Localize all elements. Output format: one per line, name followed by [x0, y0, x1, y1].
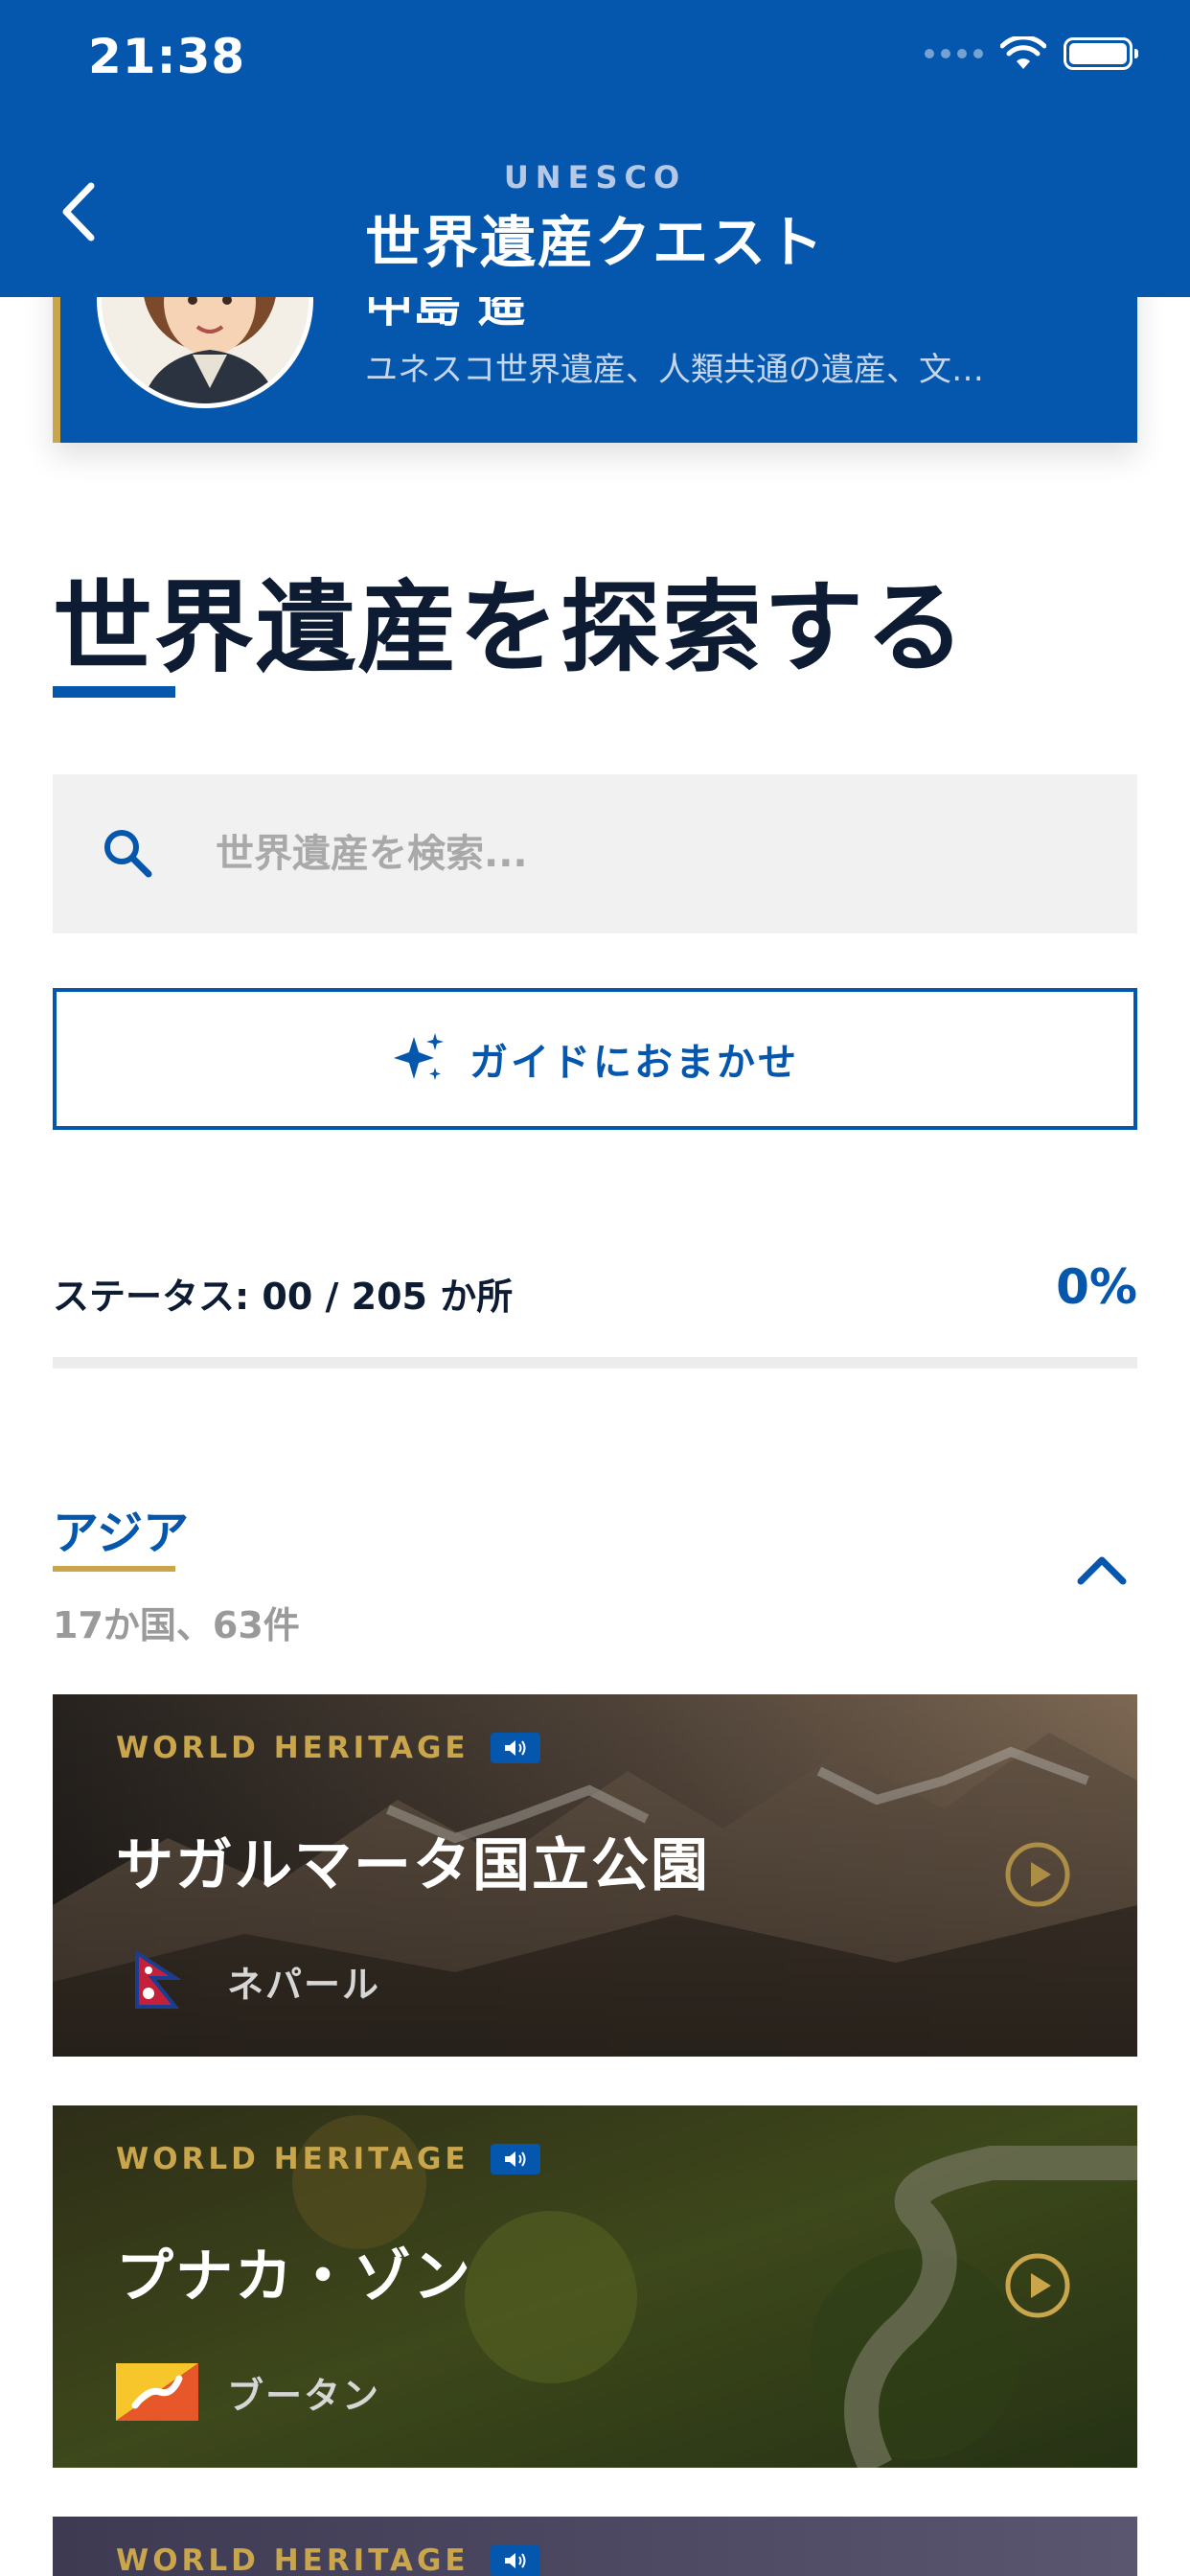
country-row: ブータン	[116, 2362, 380, 2422]
card-tag: WORLD HERITAGE	[116, 2543, 540, 2576]
status-indicators	[925, 36, 1138, 71]
nepal-flag-icon	[116, 1951, 198, 2011]
header-subtitle: UNESCO	[503, 159, 687, 196]
heritage-card[interactable]: WORLD HERITAGE	[53, 2517, 1137, 2576]
search-icon	[104, 830, 152, 878]
country-name: ブータン	[227, 2374, 381, 2417]
region-title: アジア	[53, 1506, 190, 1560]
heritage-name: プナカ・ゾン	[116, 2243, 472, 2311]
heritage-card[interactable]: WORLD HERITAGE プナカ・ゾン ブータン	[53, 2105, 1137, 2468]
header-title: 世界遺産クエスト	[364, 210, 825, 275]
play-icon[interactable]	[1003, 2251, 1072, 2320]
speaker-icon	[490, 1733, 540, 1763]
wifi-icon	[1000, 36, 1046, 69]
play-icon[interactable]	[1003, 1840, 1072, 1909]
search-input[interactable]	[216, 815, 1097, 893]
speaker-icon	[490, 2144, 540, 2174]
heritage-card[interactable]: WORLD HERITAGE サガルマータ国立公園 ネパール	[53, 1694, 1137, 2057]
title-underline	[53, 686, 175, 698]
card-tag: WORLD HERITAGE	[116, 1731, 540, 1765]
cellular-signal-icon	[925, 49, 983, 58]
speaker-icon	[490, 2545, 540, 2576]
navigation-header: 21:38 UNESCO 世界遺産クエスト	[0, 0, 1190, 297]
world-heritage-label: WORLD HERITAGE	[116, 1731, 469, 1765]
sparkles-icon	[394, 1033, 444, 1080]
country-row: ネパール	[116, 1951, 380, 2011]
status-time: 21:38	[88, 29, 246, 84]
bhutan-flag-icon	[116, 2362, 198, 2422]
visit-status-percent: 0%	[1056, 1259, 1137, 1315]
visit-status-label: ステータス: 00 / 205 か所	[53, 1276, 514, 1318]
guide-button-label: ガイドにおまかせ	[469, 1041, 799, 1085]
heritage-name: サガルマータ国立公園	[116, 1832, 710, 1899]
world-heritage-label: WORLD HERITAGE	[116, 2142, 469, 2176]
region-underline	[53, 1566, 175, 1572]
search-bar[interactable]	[53, 774, 1137, 933]
battery-icon	[1064, 37, 1138, 70]
profile-description: ユネスコ世界遺産、人類共通の遺産、文…	[365, 351, 984, 389]
visit-progress-bar	[53, 1357, 1137, 1368]
region-count: 17か国、63件	[53, 1604, 300, 1646]
guide-recommend-button[interactable]: ガイドにおまかせ	[53, 988, 1137, 1130]
card-tag: WORLD HERITAGE	[116, 2142, 540, 2176]
world-heritage-label: WORLD HERITAGE	[116, 2543, 469, 2576]
country-name: ネパール	[227, 1963, 381, 2006]
page-title: 世界遺産を探索する	[53, 569, 968, 686]
chevron-up-icon[interactable]	[1071, 1545, 1133, 1593]
